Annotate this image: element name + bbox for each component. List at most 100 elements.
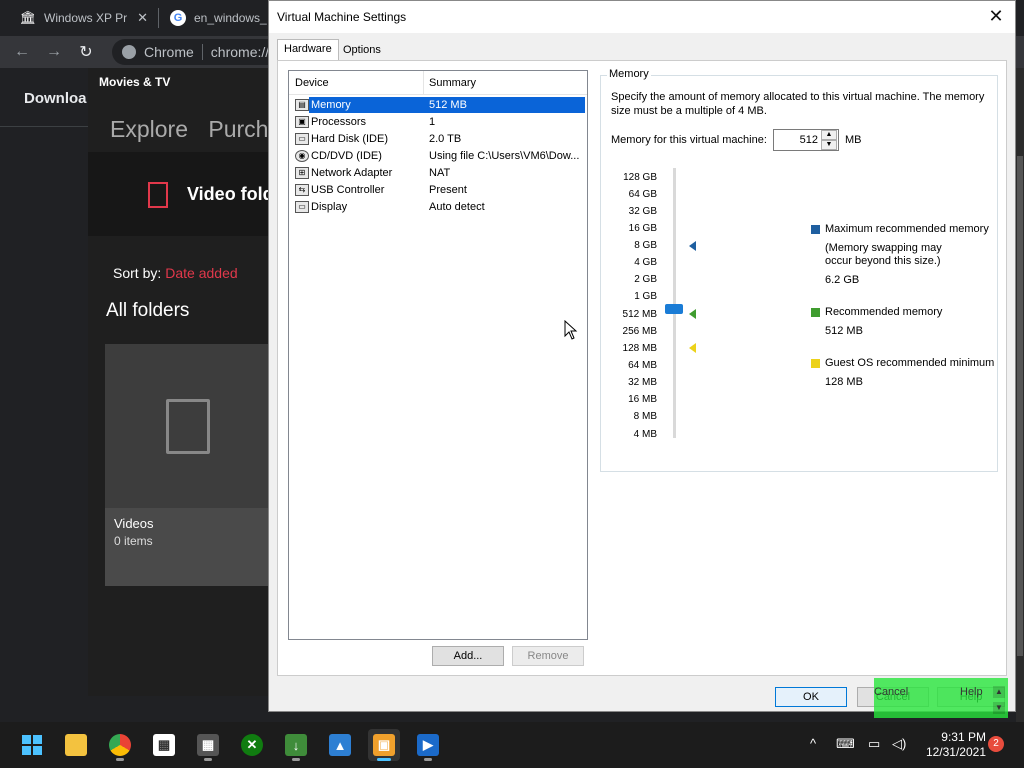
chevron-down-icon[interactable]: ▼ [993, 702, 1005, 714]
device-name: Network Adapter [311, 167, 393, 179]
column-divider [423, 71, 424, 95]
max-recommended-marker [689, 241, 696, 251]
address-bar[interactable]: Chrome chrome:// [112, 39, 282, 65]
max-recommended-note: occur beyond this size.) [825, 255, 941, 267]
scale-tick: 16 GB [628, 223, 657, 234]
taskbar-store[interactable]: ▦ [148, 729, 180, 761]
memory-slider-track[interactable] [673, 168, 676, 438]
scale-tick: 64 MB [628, 360, 657, 371]
device-summary: Using file C:\Users\VM6\Dow... [429, 150, 579, 162]
running-indicator [204, 758, 212, 761]
scrollbar-thumb[interactable] [1017, 156, 1023, 656]
system-clock[interactable]: 9:31 PM 12/31/2021 [922, 730, 986, 760]
minimum-title: Guest OS recommended minimum [825, 357, 995, 369]
add-device-button[interactable]: Add... [432, 646, 504, 666]
downloads-heading: Downloa [24, 90, 87, 107]
chevron-up-icon[interactable]: ^ [810, 736, 816, 751]
taskbar-vmware[interactable]: ▣ [368, 729, 400, 761]
memory-group: Memory Specify the amount of memory allo… [600, 68, 998, 472]
max-recommended-value: 6.2 GB [825, 274, 860, 286]
taskbar-file-explorer[interactable] [60, 729, 92, 761]
column-summary[interactable]: Summary [429, 77, 476, 89]
page-scrollbar[interactable] [1016, 68, 1024, 728]
device-list[interactable]: Device Summary ▤ Memory 512 MB ▣ Process… [288, 70, 588, 640]
taskbar-xbox[interactable]: ✕ [236, 729, 268, 761]
back-arrow-icon[interactable]: ← [12, 42, 32, 62]
movies-tv-window: Movies & TV Explore Purcha Video fold So… [88, 68, 278, 696]
scale-tick: 8 MB [633, 411, 657, 422]
scale-tick: 16 MB [628, 394, 657, 405]
chrome-tab-title: Windows XP Pr [44, 11, 128, 25]
memory-value[interactable]: 512 [800, 134, 818, 146]
tile-count: 0 items [114, 534, 153, 548]
museum-icon: 🏛 [19, 10, 37, 25]
hardware-panel: Device Summary ▤ Memory 512 MB ▣ Process… [277, 60, 1007, 676]
remove-device-button[interactable]: Remove [512, 646, 584, 666]
dialog-titlebar[interactable]: Virtual Machine Settings ✕ [269, 1, 1015, 33]
taskbar: ▦ ▦ ✕ ↓ ▲ ▣ ▶ ^ ⌨ ▭ ◁) 9:31 PM 12/31/202… [0, 722, 1024, 768]
document-icon [166, 399, 210, 454]
device-row-cd-dvd[interactable]: ◉ CD/DVD (IDE) Using file C:\Users\VM6\D… [293, 148, 585, 164]
folder-tile-videos[interactable]: Videos 0 items [105, 344, 278, 586]
reload-icon[interactable]: ↻ [76, 42, 96, 62]
device-name: CD/DVD (IDE) [311, 150, 382, 162]
scale-tick: 128 MB [622, 343, 657, 354]
overlay-help-label: Help [960, 686, 983, 698]
calculator-icon: ▦ [197, 734, 219, 756]
address-url: chrome:// [210, 44, 270, 60]
close-icon[interactable]: ✕ [985, 5, 1007, 27]
device-row-network[interactable]: ⊞ Network Adapter NAT [293, 165, 585, 181]
memory-group-title: Memory [607, 68, 651, 80]
notification-badge[interactable]: 2 [988, 736, 1004, 752]
page-title: Video fold [187, 184, 274, 204]
network-icon[interactable]: ▭ [868, 736, 880, 752]
recommended-swatch [811, 308, 820, 317]
stepper-down-icon[interactable]: ▼ [821, 140, 837, 150]
taskbar-photos[interactable]: ▲ [324, 729, 356, 761]
device-row-processors[interactable]: ▣ Processors 1 [293, 114, 585, 130]
ok-button[interactable]: OK [775, 687, 847, 707]
device-row-hard-disk[interactable]: ▭ Hard Disk (IDE) 2.0 TB [293, 131, 585, 147]
max-recommended-note: (Memory swapping may [825, 242, 942, 254]
device-row-memory[interactable]: ▤ Memory 512 MB [293, 97, 585, 113]
scale-tick: 4 GB [634, 257, 657, 268]
memory-description: Specify the amount of memory allocated t… [611, 91, 985, 117]
column-device[interactable]: Device [295, 77, 329, 89]
taskbar-downloads[interactable]: ↓ [280, 729, 312, 761]
memory-slider-thumb[interactable] [665, 304, 683, 314]
device-row-display[interactable]: ▭ Display Auto detect [293, 199, 585, 215]
chrome-tab-windows-xp[interactable]: 🏛 Windows XP Pr ✕ [20, 0, 160, 36]
device-row-usb[interactable]: ⇆ USB Controller Present [293, 182, 585, 198]
cpu-icon: ▣ [295, 116, 309, 128]
chrome-tab-title: en_windows_ [194, 11, 267, 25]
taskbar-movies-tv[interactable]: ▶ [412, 729, 444, 761]
scale-tick: 32 GB [628, 206, 657, 217]
movies-tv-icon: ▶ [417, 734, 439, 756]
tab-close-icon[interactable]: ✕ [137, 10, 148, 26]
address-scheme: Chrome [144, 44, 194, 60]
taskbar-chrome[interactable] [104, 729, 136, 761]
stepper-up-icon[interactable]: ▲ [821, 130, 837, 140]
clock-date: 12/31/2021 [925, 745, 986, 759]
keyboard-icon[interactable]: ⌨ [836, 736, 855, 752]
sort-control[interactable]: Sort by: Date added [113, 265, 238, 281]
mouse-cursor-icon [564, 320, 578, 340]
start-button[interactable] [16, 729, 48, 761]
chrome-icon [109, 734, 131, 756]
forward-arrow-icon[interactable]: → [44, 42, 64, 62]
tab-divider [158, 8, 159, 28]
scale-tick: 32 MB [628, 377, 657, 388]
volume-icon[interactable]: ◁) [892, 736, 906, 752]
chrome-tab-en-windows[interactable]: G en_windows_ [170, 0, 270, 36]
running-indicator [292, 758, 300, 761]
sort-value[interactable]: Date added [165, 265, 237, 281]
memory-stepper[interactable]: 512 ▲ ▼ [773, 129, 839, 151]
device-summary: Present [429, 184, 467, 196]
chrome-site-icon [122, 45, 136, 59]
chevron-up-icon[interactable]: ▲ [993, 686, 1005, 698]
nav-explore[interactable]: Explore [110, 116, 188, 142]
taskbar-calculator[interactable]: ▦ [192, 729, 224, 761]
running-indicator [116, 758, 124, 761]
display-icon: ▭ [295, 201, 309, 213]
memory-unit: MB [845, 134, 862, 146]
